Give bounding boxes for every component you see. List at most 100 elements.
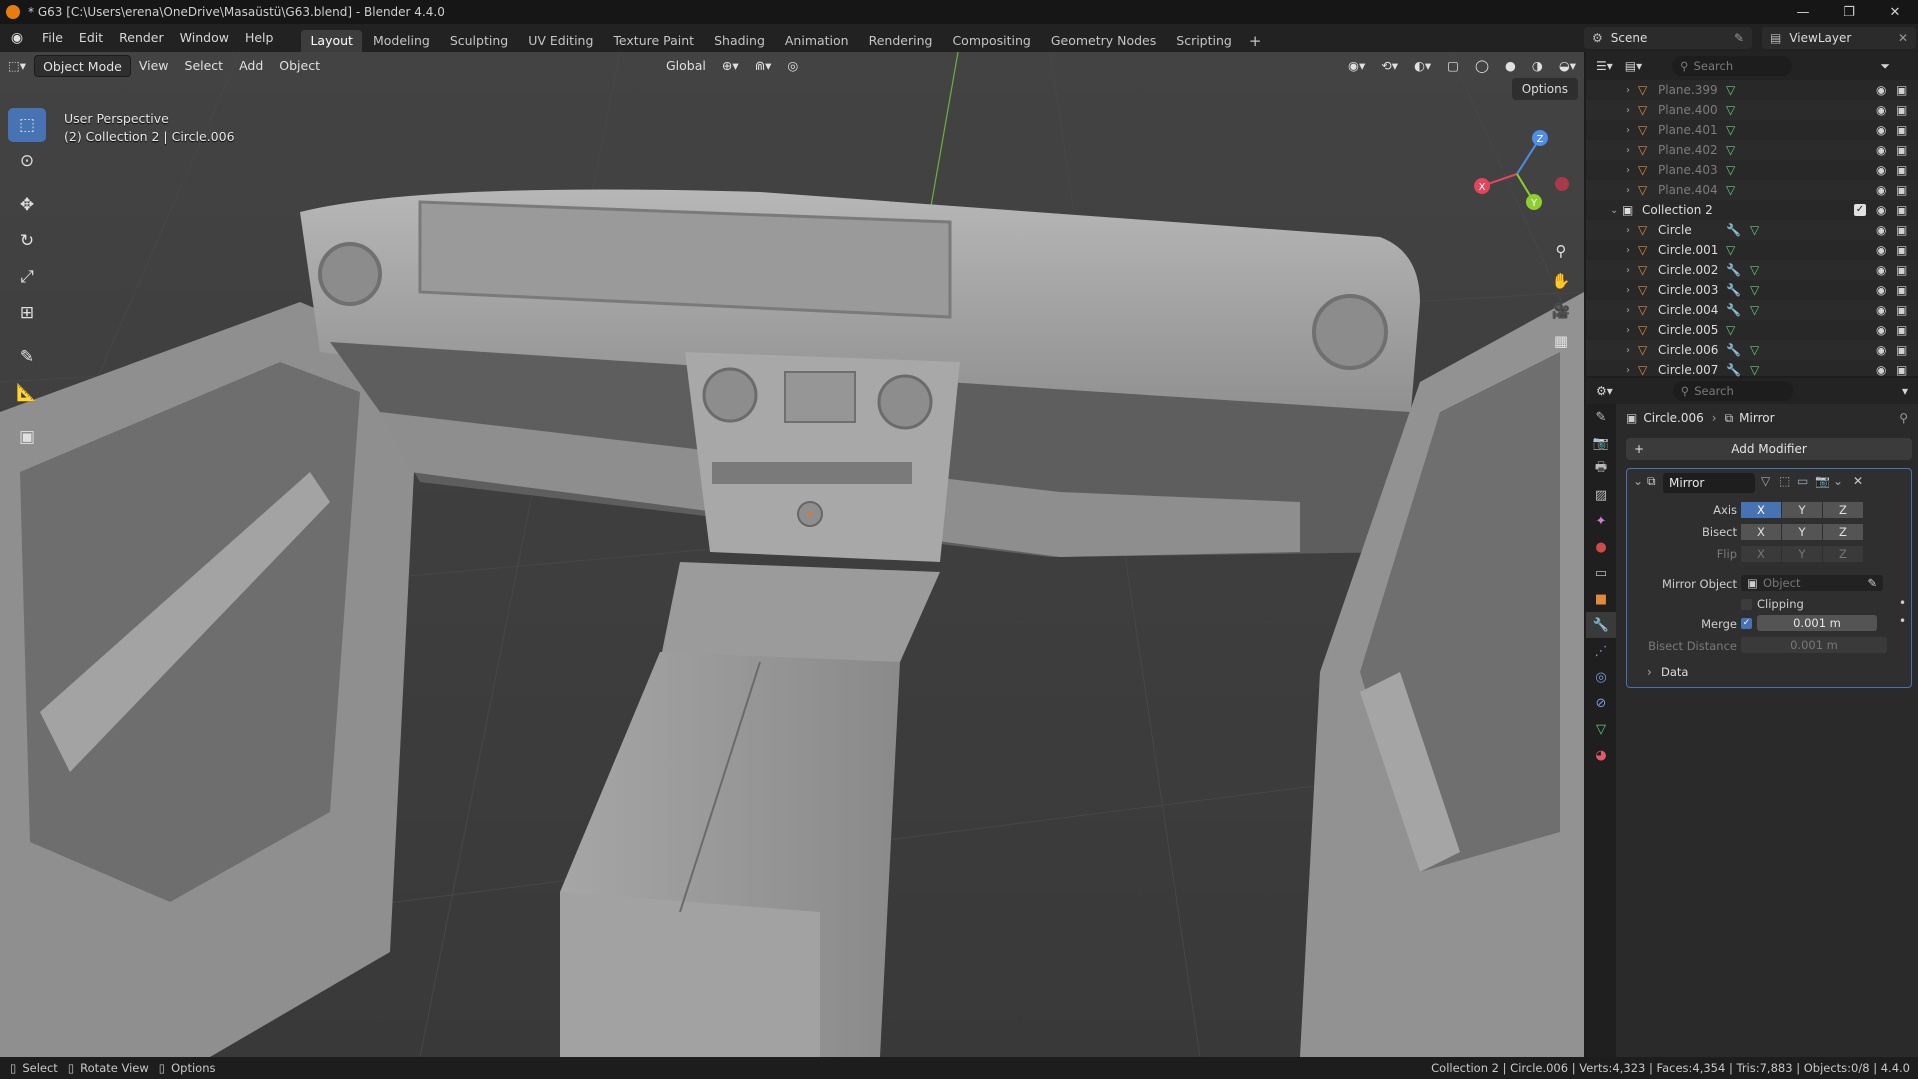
outliner-object-row[interactable]: › ▽ Plane.402 ▽ ◉ ▣ — [1586, 140, 1918, 160]
mesh-data-icon[interactable]: ▽ — [1726, 323, 1735, 337]
solid-shading-icon[interactable]: ● — [1497, 55, 1524, 77]
mesh-data-icon[interactable]: ▽ — [1726, 243, 1735, 257]
mesh-data-icon[interactable]: ▽ — [1726, 123, 1735, 137]
menu-render[interactable]: Render — [111, 27, 172, 49]
outliner-editor-icon[interactable]: ☰▾ — [1596, 59, 1613, 73]
bisect-distance-field[interactable]: 0.001 m — [1741, 637, 1887, 653]
chevron-right-icon[interactable]: › — [1626, 325, 1638, 336]
eye-icon[interactable]: ◉ — [1876, 343, 1886, 357]
gizmo-neg-x-axis[interactable] — [1555, 177, 1569, 191]
outliner-object-row[interactable]: › ▽ Circle.001 ▽ ◉ ▣ — [1586, 240, 1918, 260]
chevron-down-icon[interactable]: ▾ — [1902, 384, 1908, 398]
add-cube-tool-icon[interactable]: ▣ — [8, 420, 46, 454]
collection-tab-icon[interactable]: ▭ — [1586, 560, 1616, 586]
tab-shading[interactable]: Shading — [705, 30, 774, 52]
tab-compositing[interactable]: Compositing — [943, 30, 1039, 52]
scene-selector[interactable]: ⚙ Scene ✎ — [1584, 27, 1752, 49]
tab-scripting[interactable]: Scripting — [1167, 30, 1241, 52]
mesh-data-icon[interactable]: ▽ — [1750, 363, 1759, 377]
chevron-right-icon[interactable]: › — [1626, 225, 1638, 236]
eye-icon[interactable]: ◉ — [1876, 303, 1886, 317]
outliner-object-row[interactable]: › ▽ Plane.399 ▽ ◉ ▣ — [1586, 80, 1918, 100]
particles-tab-icon[interactable]: ⋰ — [1586, 638, 1616, 664]
mode-selector[interactable]: Object Mode — [34, 55, 131, 77]
chevron-down-icon[interactable]: ⌄ — [1610, 205, 1622, 216]
render-camera-icon[interactable]: ▣ — [1896, 123, 1907, 137]
add-modifier-button[interactable]: + Add Modifier — [1626, 438, 1912, 460]
mesh-data-icon[interactable]: ▽ — [1726, 83, 1735, 97]
render-camera-icon[interactable]: ▣ — [1896, 103, 1907, 117]
scale-tool-icon[interactable]: ⤢ — [8, 260, 46, 294]
render-camera-icon[interactable]: ▣ — [1896, 183, 1907, 197]
modifier-wrench-icon[interactable]: 🔧 — [1726, 363, 1741, 377]
mirror-object-field[interactable]: ▣ Object ✎ — [1741, 575, 1883, 591]
keyframe-dot-icon[interactable]: • — [1899, 614, 1906, 628]
eye-icon[interactable]: ◉ — [1876, 143, 1886, 157]
tab-layout[interactable]: Layout — [301, 30, 362, 52]
tab-geometry-nodes[interactable]: Geometry Nodes — [1042, 30, 1165, 52]
data-subpanel-label[interactable]: Data — [1661, 665, 1688, 679]
overlays-icon[interactable]: ◐▾ — [1406, 55, 1439, 77]
mesh-data-icon[interactable]: ▽ — [1750, 303, 1759, 317]
chevron-right-icon[interactable]: › — [1626, 105, 1638, 116]
select-box-tool-icon[interactable]: ⬚ — [8, 108, 46, 142]
render-camera-icon[interactable]: ▣ — [1896, 363, 1907, 377]
outliner-object-row[interactable]: › ▽ Circle 🔧 ▽ ◉ ▣ — [1586, 220, 1918, 240]
pin-icon[interactable]: ⚲ — [1899, 411, 1908, 425]
editor-type-icon[interactable]: ⬚▾ — [0, 55, 34, 77]
eye-icon[interactable]: ◉ — [1876, 323, 1886, 337]
mesh-data-icon[interactable]: ▽ — [1726, 163, 1735, 177]
filter-icon[interactable]: ⏷ — [1880, 59, 1890, 74]
annotate-tool-icon[interactable]: ✎ — [8, 340, 46, 374]
flip-x-toggle[interactable]: X — [1741, 546, 1781, 562]
pan-hand-icon[interactable]: ✋ — [1548, 268, 1574, 294]
gizmo-toggle-icon[interactable]: ⟲▾ — [1373, 55, 1406, 77]
outliner-object-row[interactable]: › ▽ Plane.400 ▽ ◉ ▣ — [1586, 100, 1918, 120]
eye-icon[interactable]: ◉ — [1876, 183, 1886, 197]
pivot-icon[interactable]: ⊕▾ — [714, 55, 747, 77]
render-camera-icon[interactable]: ▣ — [1896, 283, 1907, 297]
eye-icon[interactable]: ◉ — [1876, 203, 1886, 217]
render-camera-icon[interactable]: ▣ — [1896, 303, 1907, 317]
chevron-right-icon[interactable]: › — [1626, 165, 1638, 176]
outliner-object-row[interactable]: › ▽ Circle.006 🔧 ▽ ◉ ▣ — [1586, 340, 1918, 360]
snap-icon[interactable]: ⋒▾ — [747, 55, 780, 77]
modifier-name-field[interactable]: Mirror — [1663, 473, 1755, 493]
cursor-tool-icon[interactable]: ⊙ — [8, 144, 46, 178]
menu-help[interactable]: Help — [237, 27, 282, 49]
modifier-tab-icon[interactable]: 🔧 — [1586, 612, 1616, 638]
outliner-object-row[interactable]: › ▽ Plane.401 ▽ ◉ ▣ — [1586, 120, 1918, 140]
cage-toggle-icon[interactable]: ⬚ — [1779, 474, 1790, 488]
modifier-menu-chevron-icon[interactable]: ⌄ — [1833, 474, 1843, 488]
modifier-wrench-icon[interactable]: 🔧 — [1726, 263, 1741, 277]
navigation-gizmo[interactable]: Z X Y — [1462, 114, 1572, 224]
view-layer-selector[interactable]: ▤ ViewLayer ✕ — [1762, 27, 1916, 49]
object-tab-icon[interactable]: ■ — [1586, 586, 1616, 612]
visibility-icon[interactable]: ◉▾ — [1340, 55, 1373, 77]
merge-checkbox[interactable]: ✓ — [1741, 618, 1752, 629]
output-tab-icon[interactable]: 🖶 — [1586, 456, 1616, 482]
menu-add[interactable]: Add — [231, 55, 271, 77]
3d-viewport[interactable]: ⬚▾ Object Mode View Select Add Object Gl… — [0, 52, 1584, 1057]
mesh-data-icon[interactable]: ▽ — [1750, 263, 1759, 277]
view-layer-tab-icon[interactable]: ▨ — [1586, 482, 1616, 508]
zoom-icon[interactable]: ⚲ — [1548, 238, 1574, 264]
render-camera-icon[interactable]: ▣ — [1896, 163, 1907, 177]
render-camera-icon[interactable]: ▣ — [1896, 83, 1907, 97]
flip-z-toggle[interactable]: Z — [1823, 546, 1863, 562]
physics-tab-icon[interactable]: ◎ — [1586, 664, 1616, 690]
menu-file[interactable]: File — [34, 27, 71, 49]
clipping-checkbox[interactable] — [1741, 599, 1752, 610]
pin-icon[interactable]: ✎ — [1734, 31, 1744, 45]
render-toggle-icon[interactable]: 📷 — [1815, 474, 1830, 488]
modifier-wrench-icon[interactable]: 🔧 — [1726, 223, 1741, 237]
chevron-right-icon[interactable]: › — [1626, 305, 1638, 316]
menu-view[interactable]: View — [131, 55, 177, 77]
maximize-icon[interactable]: ❐ — [1826, 0, 1872, 24]
outliner-object-row[interactable]: › ▽ Circle.005 ▽ ◉ ▣ — [1586, 320, 1918, 340]
modifier-wrench-icon[interactable]: 🔧 — [1726, 303, 1741, 317]
render-camera-icon[interactable]: ▣ — [1896, 223, 1907, 237]
keyframe-dot-icon[interactable]: • — [1899, 596, 1906, 610]
chevron-right-icon[interactable]: › — [1626, 85, 1638, 96]
mesh-data-icon[interactable]: ▽ — [1726, 103, 1735, 117]
